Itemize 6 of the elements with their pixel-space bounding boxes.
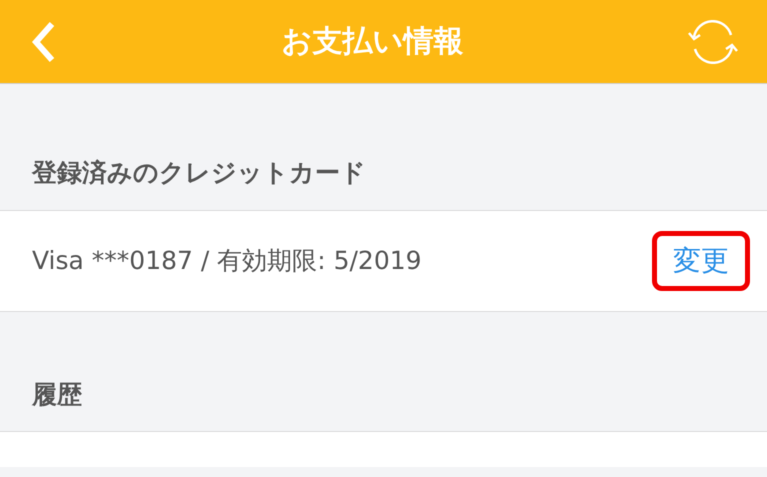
card-info: Visa ***0187 / 有効期限: 5/2019	[32, 244, 422, 277]
change-button[interactable]: 変更	[652, 230, 750, 290]
section-heading: 登録済みのクレジットカード	[30, 157, 367, 189]
section-heading: 履歴	[30, 378, 83, 410]
refresh-icon[interactable]	[687, 20, 739, 64]
page-title: お支払い情報	[282, 23, 464, 61]
